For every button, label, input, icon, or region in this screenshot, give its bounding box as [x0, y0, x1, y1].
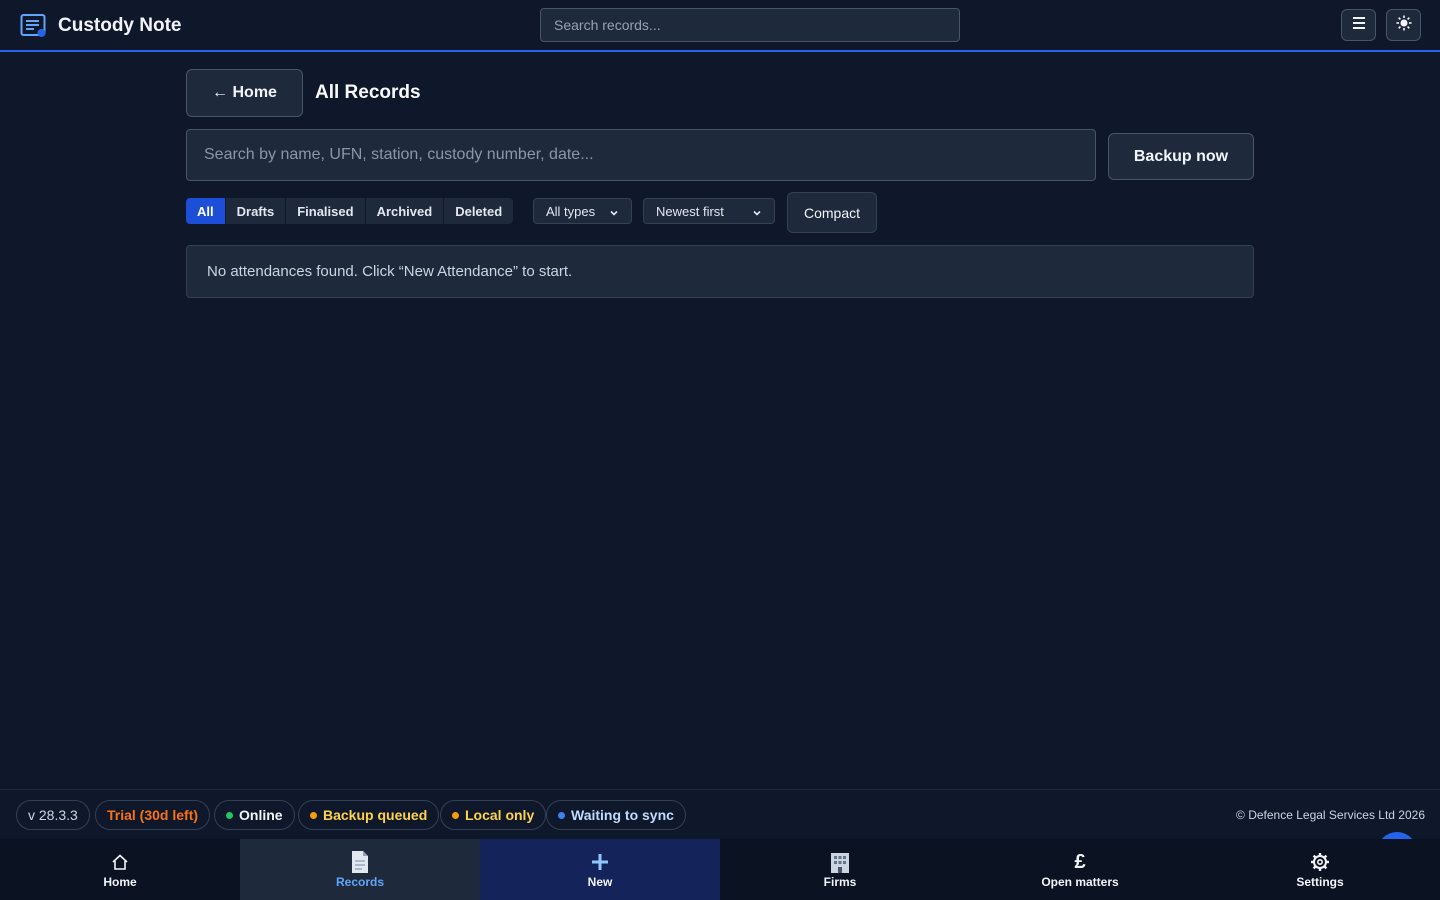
nav-settings-label: Settings: [1296, 875, 1344, 889]
status-bar: v 28.3.3 Trial (30d left) Online Backup …: [0, 789, 1440, 839]
filter-drafts[interactable]: Drafts: [225, 198, 287, 224]
nav-open-matters[interactable]: £ Open matters: [960, 839, 1200, 900]
version-text: v 28.3.3: [28, 807, 78, 823]
backup-dot-icon: [310, 811, 317, 819]
nav-new-label: New: [587, 875, 613, 889]
nav-home-label: Home: [103, 875, 137, 889]
filter-archived[interactable]: Archived: [365, 198, 445, 224]
compact-toggle-button[interactable]: Compact: [787, 192, 877, 233]
document-icon: [350, 850, 370, 874]
type-select[interactable]: All types: [533, 198, 632, 224]
filter-deleted[interactable]: Deleted: [444, 198, 514, 224]
nav-open-matters-label: Open matters: [1041, 875, 1119, 889]
sync-status-text: Waiting to sync: [571, 807, 674, 823]
records-search-input[interactable]: [186, 129, 1096, 181]
bottom-navigation: Home Records New Firms £ Open matters Se…: [0, 839, 1440, 900]
top-bar: Custody Note: [0, 0, 1440, 52]
trial-badge[interactable]: Trial (30d left): [95, 800, 211, 830]
online-dot-icon: [226, 811, 233, 819]
page-title: All Records: [315, 82, 421, 103]
home-button[interactable]: ← Home: [186, 69, 303, 117]
backup-status-badge: Backup queued: [298, 800, 440, 830]
trial-text: Trial (30d left): [107, 807, 199, 823]
nav-settings[interactable]: Settings: [1200, 839, 1440, 900]
version-badge: v 28.3.3: [16, 800, 90, 830]
backup-now-button[interactable]: Backup now: [1108, 133, 1254, 180]
nav-firms[interactable]: Firms: [720, 839, 960, 900]
online-text: Online: [239, 807, 283, 823]
nav-records-label: Records: [335, 875, 385, 889]
sort-select[interactable]: Newest first: [643, 198, 775, 224]
online-status-badge: Online: [214, 800, 295, 830]
plus-icon: [591, 850, 609, 874]
filter-all[interactable]: All: [186, 198, 226, 224]
chevron-down-icon: [609, 206, 619, 216]
nav-new[interactable]: New: [480, 839, 720, 900]
status-filter-group: All Drafts Finalised Archived Deleted: [186, 198, 514, 224]
empty-state-message: No attendances found. Click “New Attenda…: [186, 245, 1254, 298]
local-status-badge: Local only: [440, 800, 547, 830]
chevron-down-icon: [752, 206, 762, 216]
app-title: Custody Note: [58, 15, 182, 36]
global-search-input[interactable]: [540, 8, 960, 42]
sync-status-badge: Waiting to sync: [546, 800, 686, 830]
hamburger-menu-icon: [1351, 16, 1367, 35]
filter-finalised[interactable]: Finalised: [286, 198, 366, 224]
menu-button[interactable]: [1341, 9, 1376, 41]
brand[interactable]: Custody Note: [20, 12, 182, 40]
building-icon: [828, 850, 852, 874]
copyright-text: © Defence Legal Services Ltd 2026: [1236, 808, 1425, 822]
local-status-text: Local only: [465, 807, 535, 823]
theme-toggle-button[interactable]: [1386, 9, 1421, 41]
nav-firms-label: Firms: [823, 875, 857, 889]
nav-home[interactable]: Home: [0, 839, 240, 900]
backup-status-text: Backup queued: [323, 807, 428, 823]
pound-icon: £: [1074, 851, 1086, 873]
type-select-value: All types: [546, 203, 596, 219]
sync-dot-icon: [558, 811, 565, 819]
app-logo-icon: [20, 13, 48, 39]
home-icon: [111, 850, 129, 874]
gear-icon: [1310, 850, 1330, 874]
local-dot-icon: [452, 811, 459, 819]
sort-select-value: Newest first: [656, 203, 724, 219]
nav-records[interactable]: Records: [240, 839, 480, 900]
sun-icon: [1396, 15, 1412, 36]
